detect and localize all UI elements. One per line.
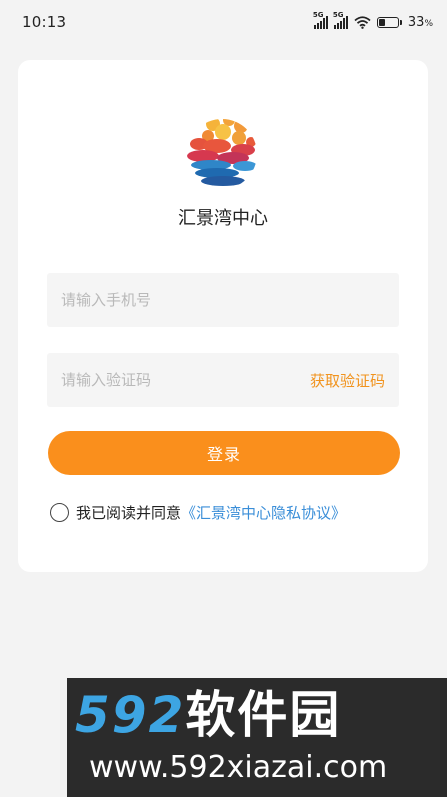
login-card: 汇景湾中心 获取验证码 登录 我已阅读并同意 《汇景湾中心隐私协议》: [18, 60, 428, 572]
network-type-label: 5G: [312, 11, 324, 19]
status-time: 10:13: [22, 13, 67, 31]
app-name: 汇景湾中心: [178, 208, 268, 229]
code-field[interactable]: 获取验证码: [47, 353, 399, 407]
get-code-button[interactable]: 获取验证码: [310, 370, 385, 391]
wifi-icon: [354, 15, 371, 29]
battery-icon: [376, 16, 402, 28]
watermark-number: 592: [75, 686, 186, 744]
watermark-url: www.592xiazai.com: [89, 750, 388, 785]
app-logo: [187, 119, 257, 189]
signal-icon: 5G: [313, 11, 328, 29]
login-button[interactable]: 登录: [48, 431, 400, 475]
agree-text: 我已阅读并同意: [76, 504, 182, 522]
phone-input[interactable]: [61, 291, 385, 309]
status-bar: 10:13 5G 5G 33%: [0, 0, 447, 44]
signal-icon: 5G: [333, 11, 348, 29]
agreement-row: 我已阅读并同意 《汇景湾中心隐私协议》: [50, 502, 346, 523]
battery-percent: 33%: [407, 14, 433, 30]
watermark-site-name: 软件园: [185, 686, 342, 744]
network-type-label: 5G: [332, 11, 344, 19]
agree-radio[interactable]: [50, 503, 69, 522]
privacy-agreement-link[interactable]: 《汇景湾中心隐私协议》: [181, 502, 346, 523]
watermark-banner: 592软件园 www.592xiazai.com: [67, 678, 447, 797]
code-input[interactable]: [61, 371, 310, 389]
status-icons: 5G 5G 33%: [313, 11, 433, 30]
phone-field[interactable]: [47, 273, 399, 327]
watermark-title: 592软件园: [75, 682, 341, 748]
